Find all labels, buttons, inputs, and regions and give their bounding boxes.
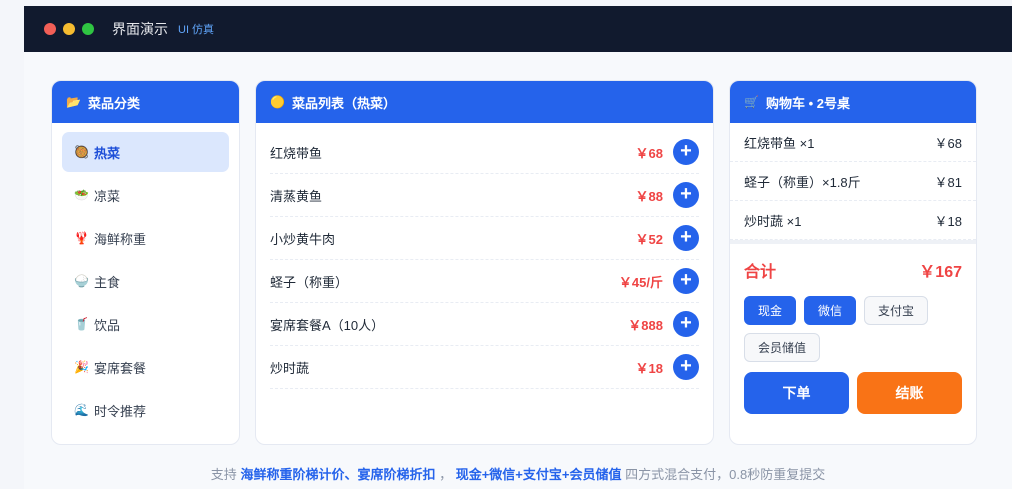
window-subtitle: UI 仿真 xyxy=(178,24,215,36)
category-label: 宴席套餐 xyxy=(94,360,147,376)
category-item-seasonal[interactable]: 🌊 时令推荐 xyxy=(62,390,229,430)
total-value: ￥167 xyxy=(919,264,962,281)
category-label: 时令推荐 xyxy=(94,403,147,419)
category-label: 凉菜 xyxy=(94,188,121,204)
footer-suffix: 四方式混合支付，0.8秒防重复提交 xyxy=(625,467,826,482)
cart-actions: 下单 结账 xyxy=(730,372,976,414)
footer-separator: ， xyxy=(439,467,453,482)
payment-methods: 现金 微信 支付宝 会员储值 xyxy=(730,296,976,370)
salad-icon: 🥗 xyxy=(74,188,89,202)
dish-row: 炒时蔬 ￥18 + xyxy=(270,346,699,389)
window-title: 界面演示 xyxy=(112,21,168,37)
add-dish-button[interactable]: + xyxy=(673,182,699,208)
footer-highlight-pricing: 海鲜称重阶梯计价、宴席阶梯折扣 xyxy=(240,467,436,482)
category-item-staple-food[interactable]: 🍚 主食 xyxy=(62,261,229,301)
category-item-drinks[interactable]: 🥤 饮品 xyxy=(62,304,229,344)
category-item-hot-dishes[interactable]: 🥘 热菜 xyxy=(62,132,229,172)
dish-panel: 🟡 菜品列表（热菜） 红烧带鱼 ￥68 + 清蒸黄鱼 ￥88 + 小炒黄牛肉 ￥… xyxy=(255,80,714,445)
dish-price: ￥68 xyxy=(635,145,663,161)
dish-panel-title: 菜品列表（热菜） xyxy=(292,95,397,111)
cart-item-amount: ￥18 xyxy=(934,213,962,229)
cart-item[interactable]: 红烧带鱼 ×1 ￥68 xyxy=(730,123,976,162)
cart-item[interactable]: 蛏子（称重）×1.8斤 ￥81 xyxy=(730,162,976,201)
payment-wechat-toggle[interactable]: 微信 xyxy=(804,296,857,325)
dish-list: 红烧带鱼 ￥68 + 清蒸黄鱼 ￥88 + 小炒黄牛肉 ￥52 + 蛏子（称重）… xyxy=(256,123,713,389)
dish-name: 红烧带鱼 xyxy=(270,145,323,161)
dish-name: 清蒸黄鱼 xyxy=(270,188,323,204)
title-bar: 界面演示 UI 仿真 xyxy=(24,6,1012,52)
place-order-button[interactable]: 下单 xyxy=(744,372,849,414)
category-list: 🥘 热菜 🥗 凉菜 🦞 海鲜称重 🍚 主食 🥤 饮品 🎉 宴席套餐 🌊 时令推荐 xyxy=(52,123,239,442)
maximize-window-icon[interactable] xyxy=(82,23,94,35)
payment-cash-toggle[interactable]: 现金 xyxy=(744,296,797,325)
minimize-window-icon[interactable] xyxy=(63,23,75,35)
cup-icon: 🥤 xyxy=(74,317,89,331)
footer-prefix: 支持 xyxy=(210,467,237,482)
add-dish-button[interactable]: + xyxy=(673,225,699,251)
category-label: 海鲜称重 xyxy=(94,231,147,247)
dish-price: ￥45/斤 xyxy=(618,274,663,290)
cart-panel-header: 🛒 购物车 • 2号桌 xyxy=(730,81,976,123)
coin-icon: 🟡 xyxy=(270,95,285,109)
footer-highlight-payments: 现金+微信+支付宝+会员储值 xyxy=(455,467,622,482)
stew-icon: 🥘 xyxy=(74,145,89,159)
dish-row: 清蒸黄鱼 ￥88 + xyxy=(270,174,699,217)
category-panel-header: 📂 菜品分类 xyxy=(52,81,239,123)
dish-panel-header: 🟡 菜品列表（热菜） xyxy=(256,81,713,123)
cart-item-amount: ￥81 xyxy=(934,174,962,190)
dish-price: ￥88 xyxy=(635,188,663,204)
rice-bowl-icon: 🍚 xyxy=(74,274,89,288)
cart-item-name: 红烧带鱼 ×1 xyxy=(744,135,815,151)
cart-item-amount: ￥68 xyxy=(934,135,962,151)
cart-item[interactable]: 炒时蔬 ×1 ￥18 xyxy=(730,201,976,240)
dish-name: 蛏子（称重） xyxy=(270,274,349,290)
dish-name: 炒时蔬 xyxy=(270,360,310,376)
cart-item-name: 蛏子（称重）×1.8斤 xyxy=(744,174,861,190)
dish-row: 红烧带鱼 ￥68 + xyxy=(270,131,699,174)
category-item-seafood-weighed[interactable]: 🦞 海鲜称重 xyxy=(62,218,229,258)
payment-alipay-toggle[interactable]: 支付宝 xyxy=(864,296,929,325)
category-item-cold-dishes[interactable]: 🥗 凉菜 xyxy=(62,175,229,215)
add-dish-button[interactable]: + xyxy=(673,139,699,165)
dish-row: 小炒黄牛肉 ￥52 + xyxy=(270,217,699,260)
dish-name: 宴席套餐A（10人） xyxy=(270,317,385,333)
category-panel: 📂 菜品分类 🥘 热菜 🥗 凉菜 🦞 海鲜称重 🍚 主食 🥤 饮品 🎉 宴席套餐… xyxy=(51,80,240,445)
shopping-cart-icon: 🛒 xyxy=(744,95,759,109)
add-dish-button[interactable]: + xyxy=(673,354,699,380)
category-label: 饮品 xyxy=(94,317,121,333)
footer-note: 支持 海鲜称重阶梯计价、宴席阶梯折扣 ， 现金+微信+支付宝+会员储值 四方式混… xyxy=(24,464,1012,483)
lobster-icon: 🦞 xyxy=(74,231,89,245)
add-dish-button[interactable]: + xyxy=(673,311,699,337)
close-window-icon[interactable] xyxy=(44,23,56,35)
dish-row: 蛏子（称重） ￥45/斤 + xyxy=(270,260,699,303)
dish-price: ￥18 xyxy=(635,360,663,376)
checkout-button[interactable]: 结账 xyxy=(857,372,962,414)
dish-price: ￥888 xyxy=(628,317,663,333)
app-window: 界面演示 UI 仿真 📂 菜品分类 🥘 热菜 🥗 凉菜 🦞 海鲜称重 🍚 主食 xyxy=(24,6,1012,489)
add-dish-button[interactable]: + xyxy=(673,268,699,294)
dish-row: 宴席套餐A（10人） ￥888 + xyxy=(270,303,699,346)
category-item-banquet-set[interactable]: 🎉 宴席套餐 xyxy=(62,347,229,387)
category-panel-title: 菜品分类 xyxy=(88,95,141,111)
category-label: 主食 xyxy=(94,274,121,290)
payment-member-balance-toggle[interactable]: 会员储值 xyxy=(744,333,821,362)
party-popper-icon: 🎉 xyxy=(74,360,89,374)
category-label: 热菜 xyxy=(94,145,121,161)
total-label: 合计 xyxy=(744,264,777,281)
cart-panel-title: 购物车 • 2号桌 xyxy=(766,95,851,111)
dish-name: 小炒黄牛肉 xyxy=(270,231,336,247)
folder-icon: 📂 xyxy=(66,95,81,109)
cart-panel: 🛒 购物车 • 2号桌 红烧带鱼 ×1 ￥68 蛏子（称重）×1.8斤 ￥81 … xyxy=(729,80,977,445)
dish-price: ￥52 xyxy=(635,231,663,247)
cart-total: 合计 ￥167 xyxy=(730,244,976,296)
wave-icon: 🌊 xyxy=(74,403,89,417)
cart-item-name: 炒时蔬 ×1 xyxy=(744,213,802,229)
